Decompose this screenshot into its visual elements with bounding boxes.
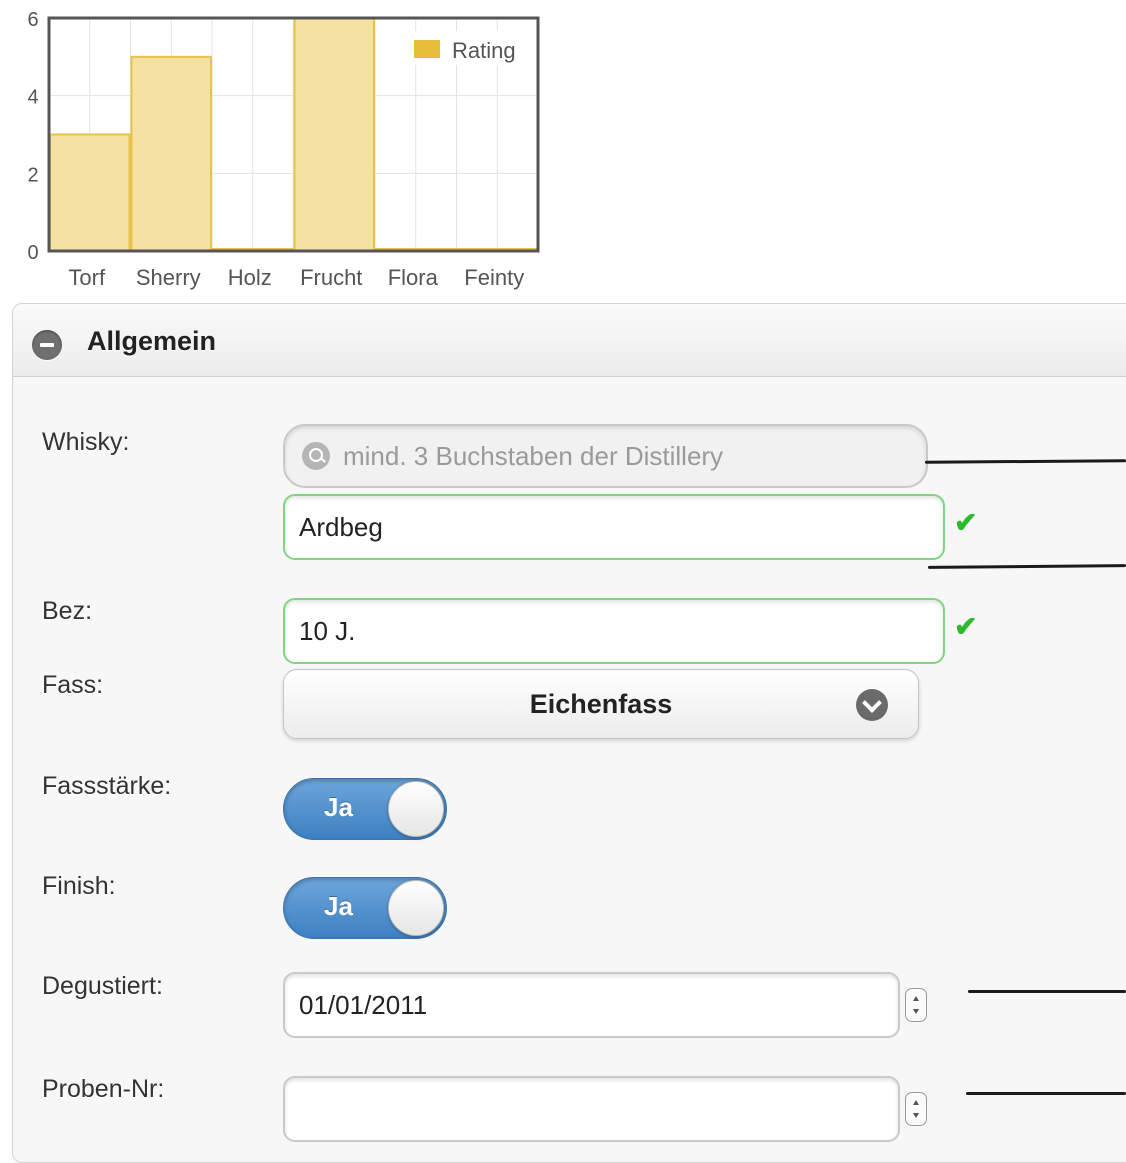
bez-label: Bez: — [42, 597, 93, 625]
chevron-down-icon — [856, 689, 888, 721]
x-tick-label: Sherry — [136, 265, 201, 290]
degustiert-label: Degustiert: — [42, 972, 163, 1000]
panel-header[interactable]: Allgemein — [13, 304, 1126, 377]
y-tick-label: 0 — [27, 242, 38, 264]
whisky-name-input[interactable]: Ardbeg — [283, 494, 945, 560]
collapse-minus-icon[interactable] — [32, 330, 62, 360]
rating-bar-chart: Rating 0 2 4 6 Torf Sherry Holz Frucht Flora Feint… — [27, 9, 540, 290]
legend-label: Rating — [452, 38, 516, 63]
bez-value: 10 J. — [299, 615, 356, 646]
bar-frucht — [293, 17, 375, 252]
fass-label: Fass: — [42, 671, 104, 699]
x-tick-label: Holz — [228, 265, 272, 290]
number-stepper-icon[interactable] — [905, 1092, 927, 1126]
toggle-on-label: Ja — [324, 891, 353, 921]
checkmark-icon: ✔ — [954, 611, 978, 642]
annotation-stroke — [968, 990, 1126, 993]
fass-selected-value: Eichenfass — [529, 688, 673, 719]
x-tick-label: Frucht — [300, 265, 362, 290]
fassstaerke-label: Fassstärke: — [42, 772, 172, 800]
proben-nr-label: Proben-Nr: — [42, 1075, 165, 1103]
finish-toggle[interactable]: Ja — [283, 877, 447, 939]
finish-label: Finish: — [42, 872, 116, 900]
search-placeholder: mind. 3 Buchstaben der Distillery — [343, 440, 724, 471]
degustiert-value: 01/01/2011 — [299, 989, 428, 1020]
proben-nr-input[interactable] — [283, 1076, 900, 1142]
fass-select[interactable]: Eichenfass — [283, 669, 919, 739]
annotation-stroke — [966, 1092, 1126, 1095]
toggle-knob[interactable] — [388, 781, 444, 837]
legend-swatch — [414, 40, 440, 58]
bar-torf — [49, 133, 131, 252]
bar-sherry — [130, 55, 212, 253]
x-tick-label: Torf — [68, 265, 106, 290]
whisky-label: Whisky: — [42, 428, 130, 456]
whisky-name-value: Ardbeg — [299, 511, 383, 542]
panel-title: Allgemein — [87, 326, 217, 356]
fassstaerke-toggle[interactable]: Ja — [283, 778, 447, 840]
y-tick-label: 4 — [27, 87, 38, 109]
toggle-knob[interactable] — [388, 880, 444, 936]
distillery-search-input[interactable]: mind. 3 Buchstaben der Distillery — [283, 424, 928, 488]
y-tick-label: 6 — [27, 9, 38, 31]
x-tick-label: Feinty — [464, 265, 524, 290]
date-stepper-icon[interactable] — [905, 988, 927, 1022]
x-tick-label: Flora — [388, 265, 439, 290]
search-icon — [302, 442, 330, 470]
bez-input[interactable]: 10 J. — [283, 598, 945, 664]
degustiert-date-input[interactable]: 01/01/2011 — [283, 972, 900, 1038]
toggle-on-label: Ja — [324, 792, 353, 822]
checkmark-icon: ✔ — [954, 507, 978, 538]
y-tick-label: 2 — [27, 164, 38, 186]
